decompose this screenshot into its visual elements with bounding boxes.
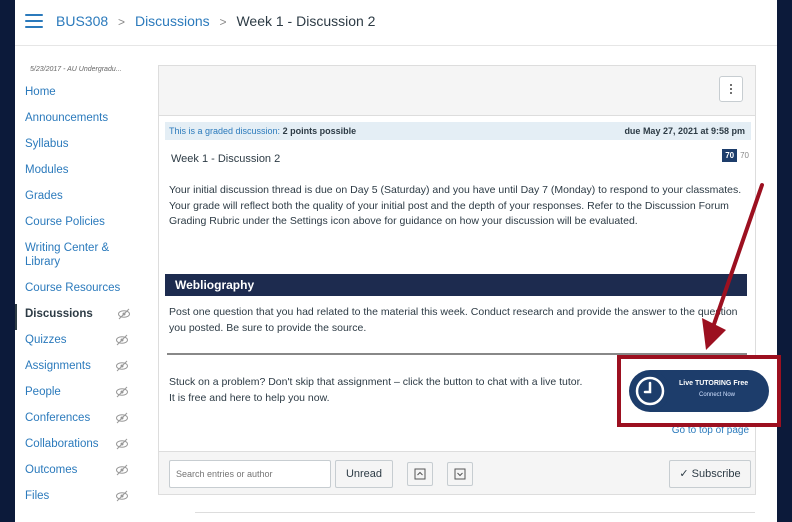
sidebar-item-conferences[interactable]: Conferences [15, 408, 155, 434]
top-bar: BUS308 > Discussions > Week 1 - Discussi… [15, 0, 777, 46]
collapse-all-button[interactable] [447, 462, 473, 486]
sidebar-item-label: Writing Center & Library [25, 242, 110, 268]
sidebar-item-label: Grades [25, 190, 63, 202]
hidden-eye-icon [118, 308, 130, 320]
term-label: 5/23/2017 - AU Undergradu... [30, 66, 122, 73]
breadcrumb-separator-icon: > [219, 15, 227, 29]
expand-down-icon [454, 468, 466, 480]
sidebar-item-assignments[interactable]: Assignments [15, 356, 155, 382]
sidebar-item-label: Conferences [25, 412, 91, 424]
sidebar-item-label: Assignments [25, 360, 91, 372]
sidebar-item-label: Announcements [25, 112, 109, 124]
sidebar-item-writing-center[interactable]: Writing Center & Library [15, 238, 155, 278]
hidden-eye-icon [116, 490, 128, 502]
tutoring-prompt-line2: It is free and here to help you now. [169, 392, 330, 404]
tutoring-highlight-frame: Live TUTORING Free Connect Now [617, 355, 781, 427]
hidden-eye-icon [116, 386, 128, 398]
tutoring-prompt: Stuck on a problem? Don't skip that assi… [169, 374, 609, 406]
more-options-icon[interactable] [719, 76, 743, 102]
breadcrumb: BUS308 > Discussions > Week 1 - Discussi… [56, 13, 375, 29]
discussion-title: Week 1 - Discussion 2 [171, 153, 281, 165]
sidebar-item-outcomes[interactable]: Outcomes [15, 460, 155, 486]
sidebar-item-label: Discussions [25, 308, 93, 320]
breadcrumb-course-link[interactable]: BUS308 [56, 13, 108, 29]
sidebar-item-course-resources[interactable]: Course Resources [15, 278, 155, 304]
tutoring-title: Live TUTORING Free [679, 380, 749, 387]
sidebar-item-label: Home [25, 86, 56, 98]
points-possible: 2 points possible [282, 126, 357, 136]
sidebar-item-syllabus[interactable]: Syllabus [15, 134, 155, 160]
sidebar-item-discussions[interactable]: Discussions [15, 304, 155, 330]
breadcrumb-separator-icon: > [118, 15, 126, 29]
live-tutoring-button[interactable]: Live TUTORING Free Connect Now [629, 370, 769, 412]
sidebar-item-files[interactable]: Files [15, 486, 155, 512]
hamburger-menu-icon[interactable] [25, 14, 43, 28]
discussion-toolbar [159, 66, 755, 116]
due-date: due May 27, 2021 at 9:58 pm [624, 126, 745, 136]
expand-all-button[interactable] [407, 462, 433, 486]
sidebar-item-collaborations[interactable]: Collaborations [15, 434, 155, 460]
hidden-eye-icon [116, 464, 128, 476]
check-icon: ✓ [679, 468, 689, 480]
sidebar-item-people[interactable]: People [15, 382, 155, 408]
section-heading: Webliography [165, 274, 747, 296]
tutoring-subtitle: Connect Now [699, 392, 736, 398]
score-total: 70 [740, 151, 749, 160]
subscribe-label: Subscribe [691, 468, 741, 480]
hidden-eye-icon [116, 412, 128, 424]
sidebar-item-label: Quizzes [25, 334, 67, 346]
graded-label: This is a graded discussion: [169, 126, 281, 136]
reply-toolbar: Unread ✓ Subscribe [159, 451, 755, 494]
score-badge: 70 70 [722, 149, 749, 162]
unread-button[interactable]: Unread [335, 460, 393, 488]
sidebar-item-label: Outcomes [25, 464, 78, 476]
subscribe-button[interactable]: ✓ Subscribe [669, 460, 751, 488]
score-value: 70 [722, 149, 738, 162]
sidebar-item-announcements[interactable]: Announcements [15, 108, 155, 134]
sidebar-item-quizzes[interactable]: Quizzes [15, 330, 155, 356]
discussion-instructions: Your initial discussion thread is due on… [169, 184, 742, 227]
hidden-eye-icon [116, 360, 128, 372]
sidebar-item-label: Collaborations [25, 438, 99, 450]
sidebar-item-home[interactable]: Home [15, 82, 155, 108]
breadcrumb-discussions-link[interactable]: Discussions [135, 13, 210, 29]
section-body: Post one question that you had related t… [169, 306, 738, 334]
collapse-up-icon [414, 468, 426, 480]
sidebar-item-label: Modules [25, 164, 69, 176]
page-footer-edge [195, 512, 755, 522]
sidebar-item-label: People [25, 386, 61, 398]
tutoring-prompt-line1: Stuck on a problem? Don't skip that assi… [169, 376, 583, 388]
graded-banner: This is a graded discussion: 2 points po… [165, 122, 751, 140]
clock-icon [630, 371, 670, 411]
hidden-eye-icon [116, 334, 128, 346]
sidebar-item-label: Course Policies [25, 216, 105, 228]
sidebar-item-label: Files [25, 490, 50, 502]
hidden-eye-icon [116, 438, 128, 450]
sidebar-item-grades[interactable]: Grades [15, 186, 155, 212]
canvas-page: BUS308 > Discussions > Week 1 - Discussi… [15, 0, 777, 522]
search-input[interactable] [169, 460, 331, 488]
sidebar-item-modules[interactable]: Modules [15, 160, 155, 186]
course-navigation: 5/23/2017 - AU Undergradu... Home Announ… [15, 60, 155, 512]
breadcrumb-current: Week 1 - Discussion 2 [236, 13, 376, 29]
sidebar-item-course-policies[interactable]: Course Policies [15, 212, 155, 238]
discussion-panel: This is a graded discussion: 2 points po… [158, 65, 756, 495]
sidebar-item-label: Course Resources [25, 282, 121, 294]
sidebar-item-label: Syllabus [25, 138, 69, 150]
